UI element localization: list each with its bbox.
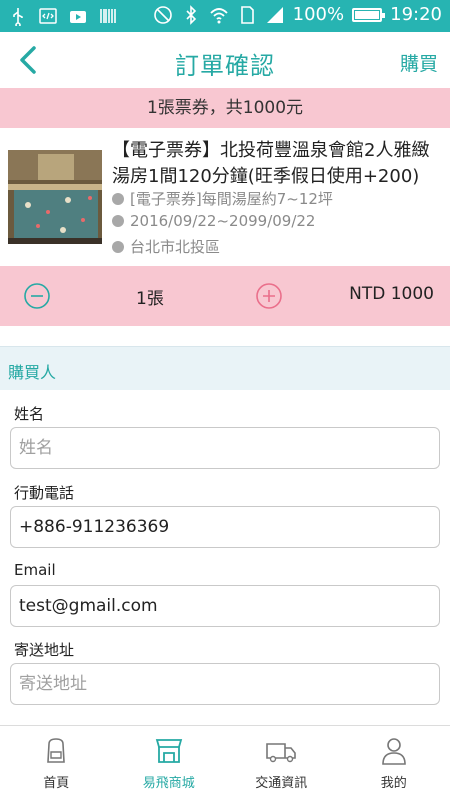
phone-label: 行動電話 [14, 484, 75, 502]
email-input[interactable] [10, 585, 440, 627]
nav-label-home: 首頁 [43, 776, 70, 791]
nav-label-traffic: 交通資訊 [255, 776, 308, 791]
bluetooth-icon [186, 4, 196, 25]
bottom-nav: 首頁 易飛商城 交通資訊 我的 [0, 725, 450, 800]
nav-label-mine: 我的 [380, 776, 407, 791]
buy-button[interactable]: 購買 [400, 49, 438, 76]
minus-button[interactable] [24, 283, 50, 309]
total-price: NTD 1000 [349, 284, 434, 304]
order-confirm-screen: 100% 19:20 訂單確認 購買 1張票券，共1000元 【電子票券】北投荷… [0, 0, 450, 800]
usb-icon [13, 8, 23, 26]
product-detail-row: [電子票券]每間湯屋約7~12坪 [112, 188, 333, 209]
plus-button[interactable] [256, 283, 282, 309]
nav-item-traffic[interactable]: 交通資訊 [225, 726, 338, 800]
name-label: 姓名 [14, 405, 45, 423]
status-bar: 100% 19:20 [0, 0, 450, 32]
person-icon [381, 738, 406, 765]
status-icons-left [8, 6, 118, 26]
clock: 19:20 [390, 4, 442, 25]
nav-item-home[interactable]: 首頁 [0, 726, 113, 800]
page-title: 訂單確認 [175, 52, 275, 80]
status-icons-right: 100% 19:20 [153, 4, 442, 25]
app-header: 訂單確認 購買 [0, 32, 450, 88]
product-detail: [電子票券]每間湯屋約7~12坪 [130, 190, 333, 208]
product-location-row: 台北市北投區 [112, 236, 220, 257]
backpack-icon [47, 738, 66, 763]
video-icon [70, 11, 86, 23]
buyer-section-title: 購買人 [8, 363, 57, 382]
mute-icon [153, 5, 172, 24]
signal-icon [266, 6, 283, 23]
product-location: 台北市北投區 [130, 238, 221, 256]
buyer-section-header: 購買人 [0, 346, 450, 390]
order-summary-bar: 1張票券，共1000元 [0, 88, 450, 128]
battery-percent: 100% [292, 4, 345, 25]
ticket-icon [112, 192, 124, 205]
nav-item-store[interactable]: 易飛商城 [113, 726, 226, 800]
location-icon [112, 240, 124, 253]
nav-item-mine[interactable]: 我的 [338, 726, 450, 800]
product-date-range: 2016/09/22~2099/09/22 [130, 212, 316, 230]
calendar-icon [112, 215, 124, 227]
product-title: 【電子票券】北投荷豐溫泉會館2人雅緻湯房1間120分鐘(旺季假日使用+200) [112, 140, 430, 187]
quantity-bar: 1張 NTD 1000 [0, 266, 450, 326]
name-input[interactable] [10, 427, 440, 469]
email-label: Email [14, 561, 56, 579]
address-label: 寄送地址 [14, 641, 75, 659]
address-input[interactable] [10, 663, 440, 705]
battery-fill [355, 10, 380, 19]
store-icon [155, 739, 182, 763]
barcode-icon [100, 9, 116, 23]
phone-input[interactable] [10, 506, 440, 548]
battery-icon [352, 7, 386, 22]
truck-icon [266, 743, 297, 763]
product-date-row: 2016/09/22~2099/09/22 [112, 212, 315, 230]
code-icon [39, 8, 57, 24]
product-image [8, 150, 102, 244]
sim-icon [240, 5, 254, 24]
wifi-icon [210, 7, 228, 23]
product-card: 【電子票券】北投荷豐溫泉會館2人雅緻湯房1間120分鐘(旺季假日使用+200) … [0, 128, 450, 264]
quantity-count: 1張 [136, 289, 164, 309]
nav-label-store: 易飛商城 [142, 776, 195, 791]
